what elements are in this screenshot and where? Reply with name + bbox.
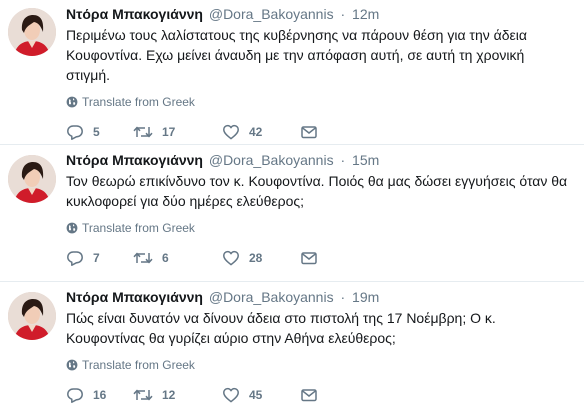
retweet-count: 6	[162, 251, 169, 265]
envelope-icon	[301, 126, 317, 139]
tweet-text: Τον θεωρώ επικίνδυνο τον κ. Κουφοντίνα. …	[66, 173, 568, 209]
translate-label: Translate from Greek	[82, 358, 195, 372]
like-count: 42	[249, 125, 263, 139]
tweet-timestamp[interactable]: 15m	[352, 152, 379, 168]
tweet[interactable]: Ντόρα Μπακογιάννη @Dora_Bakoyannis · 12m…	[0, 0, 584, 145]
retweet-icon	[133, 126, 153, 138]
tweet[interactable]: Ντόρα Μπακογιάννη @Dora_Bakoyannis · 15m…	[0, 145, 584, 282]
tweet-text: Περιμένω τους λαλίστατους της κυβέρνησης…	[66, 27, 527, 83]
tweet-content: Ντόρα Μπακογιάννη @Dora_Bakoyannis · 19m…	[66, 288, 572, 404]
separator-dot: ·	[340, 6, 346, 22]
tweet-feed: Ντόρα Μπακογιάννη @Dora_Bakoyannis · 12m…	[0, 0, 584, 416]
avatar[interactable]	[8, 155, 56, 203]
translate-link[interactable]: Translate from Greek	[66, 94, 572, 110]
reply-icon	[67, 388, 83, 403]
author-handle[interactable]: @Dora_Bakoyannis	[209, 289, 334, 305]
reply-button[interactable]: 7	[66, 249, 133, 267]
tweet[interactable]: Ντόρα Μπακογιάννη @Dora_Bakoyannis · 19m…	[0, 282, 584, 416]
author-handle[interactable]: @Dora_Bakoyannis	[209, 152, 334, 168]
reply-icon	[67, 251, 83, 266]
direct-message-button[interactable]	[300, 249, 318, 267]
reply-button[interactable]: 16	[66, 386, 133, 404]
translate-link[interactable]: Translate from Greek	[66, 357, 572, 373]
retweet-icon	[133, 252, 153, 264]
envelope-icon	[301, 389, 317, 402]
tweet-timestamp[interactable]: 19m	[352, 289, 379, 305]
heart-icon	[223, 250, 239, 266]
avatar[interactable]	[8, 292, 56, 340]
heart-icon	[223, 124, 239, 140]
author-name[interactable]: Ντόρα Μπακογιάννη	[66, 6, 203, 22]
envelope-icon	[301, 252, 317, 265]
reply-button[interactable]: 5	[66, 123, 133, 141]
tweet-content: Ντόρα Μπακογιάννη @Dora_Bakoyannis · 12m…	[66, 5, 572, 141]
reply-icon	[67, 125, 83, 140]
author-name[interactable]: Ντόρα Μπακογιάννη	[66, 152, 203, 168]
author-name[interactable]: Ντόρα Μπακογιάννη	[66, 289, 203, 305]
direct-message-button[interactable]	[300, 386, 318, 404]
retweet-button[interactable]: 12	[133, 386, 222, 404]
globe-icon	[66, 222, 78, 234]
retweet-count: 12	[162, 388, 176, 402]
tweet-actions: 16 12 45	[66, 386, 572, 404]
translate-label: Translate from Greek	[82, 95, 195, 109]
tweet-actions: 5 17 42	[66, 123, 572, 141]
direct-message-button[interactable]	[300, 123, 318, 141]
retweet-button[interactable]: 6	[133, 249, 222, 267]
tweet-text: Πώς είναι δυνατόν να δίνουν άδεια στο πι…	[66, 310, 496, 346]
globe-icon	[66, 96, 78, 108]
reply-count: 5	[93, 125, 100, 139]
like-button[interactable]: 45	[222, 386, 300, 404]
retweet-icon	[133, 389, 153, 401]
globe-icon	[66, 359, 78, 371]
avatar[interactable]	[8, 8, 56, 56]
like-count: 28	[249, 251, 263, 265]
retweet-count: 17	[162, 125, 176, 139]
translate-label: Translate from Greek	[82, 221, 195, 235]
reply-count: 16	[93, 388, 107, 402]
like-count: 45	[249, 388, 263, 402]
translate-link[interactable]: Translate from Greek	[66, 220, 572, 236]
author-handle[interactable]: @Dora_Bakoyannis	[209, 6, 334, 22]
separator-dot: ·	[340, 289, 346, 305]
tweet-header: Ντόρα Μπακογιάννη @Dora_Bakoyannis · 12m	[66, 5, 572, 23]
reply-count: 7	[93, 251, 100, 265]
tweet-timestamp[interactable]: 12m	[352, 6, 379, 22]
tweet-actions: 7 6 28	[66, 249, 572, 267]
like-button[interactable]: 28	[222, 249, 300, 267]
tweet-header: Ντόρα Μπακογιάννη @Dora_Bakoyannis · 19m	[66, 288, 572, 306]
heart-icon	[223, 387, 239, 403]
tweet-header: Ντόρα Μπακογιάννη @Dora_Bakoyannis · 15m	[66, 151, 572, 169]
tweet-content: Ντόρα Μπακογιάννη @Dora_Bakoyannis · 15m…	[66, 151, 572, 267]
like-button[interactable]: 42	[222, 123, 300, 141]
retweet-button[interactable]: 17	[133, 123, 222, 141]
separator-dot: ·	[340, 152, 346, 168]
